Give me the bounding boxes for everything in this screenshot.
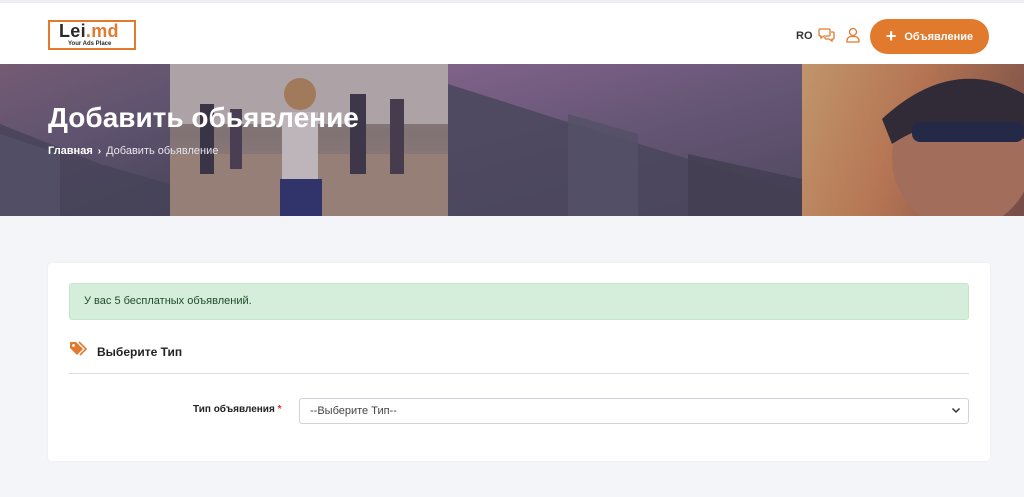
listing-type-selected: --Выберите Тип-- bbox=[310, 405, 397, 417]
listing-type-select[interactable]: --Выберите Тип-- bbox=[299, 398, 969, 424]
banner-overlay bbox=[0, 64, 1024, 216]
page-title: Добавить обьявление bbox=[48, 102, 359, 133]
chevron-right-icon: › bbox=[97, 145, 102, 157]
site-logo[interactable]: Lei.md Your Ads Place bbox=[48, 20, 136, 50]
language-switcher[interactable]: RO bbox=[796, 30, 813, 42]
free-listings-alert: У вас 5 бесплатных объявлений. bbox=[69, 283, 969, 320]
section-divider bbox=[69, 373, 969, 374]
page-banner: Добавить обьявление Главная › Добавить о… bbox=[0, 64, 1024, 216]
site-header: Lei.md Your Ads Place RO + Объявление bbox=[0, 0, 1024, 64]
add-listing-button[interactable]: + Объявление bbox=[870, 19, 989, 54]
user-icon[interactable] bbox=[844, 26, 862, 44]
type-field-label: Тип объявления * bbox=[193, 404, 282, 415]
breadcrumb: Главная › Добавить обьявление bbox=[48, 145, 218, 157]
add-listing-card: У вас 5 бесплатных объявлений. Выберите … bbox=[48, 263, 990, 461]
add-listing-label: Объявление bbox=[904, 30, 974, 43]
required-mark: * bbox=[277, 404, 282, 415]
chat-bubbles-icon[interactable] bbox=[818, 26, 836, 44]
plus-icon: + bbox=[885, 25, 897, 46]
logo-tagline: Your Ads Place bbox=[68, 41, 112, 47]
breadcrumb-current: Добавить обьявление bbox=[106, 145, 219, 157]
chevron-down-icon bbox=[951, 407, 961, 414]
section-title: Выберите Тип bbox=[97, 344, 183, 359]
breadcrumb-home[interactable]: Главная bbox=[48, 145, 93, 157]
section-header: Выберите Тип bbox=[69, 341, 182, 362]
logo-wordmark: Lei.md bbox=[59, 21, 119, 41]
tags-icon bbox=[69, 341, 89, 362]
